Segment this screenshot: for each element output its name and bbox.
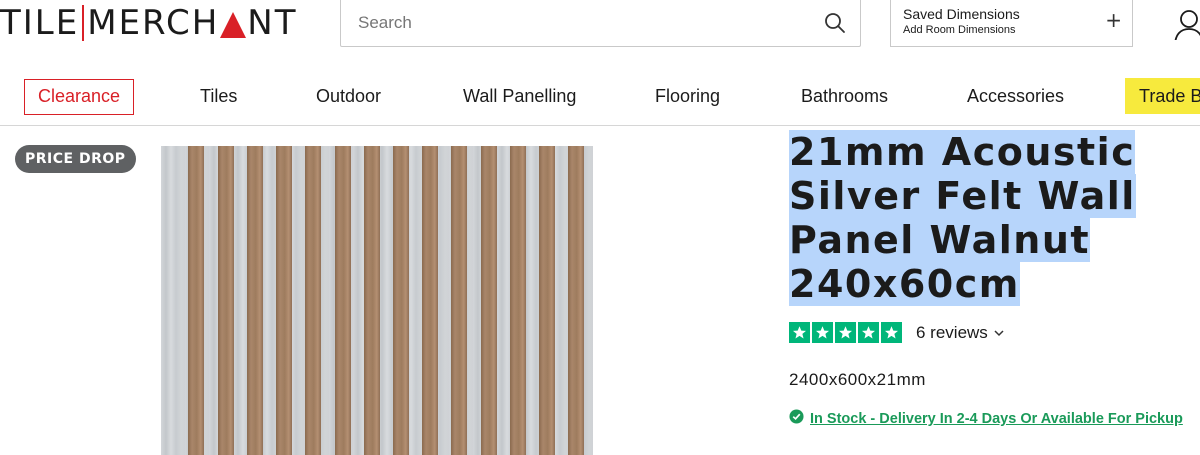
- nav-item-clearance[interactable]: Clearance: [24, 79, 135, 115]
- star-icon: [881, 322, 902, 343]
- product-title-line: 21mm Acoustic: [789, 130, 1136, 174]
- check-circle-icon: [789, 409, 804, 429]
- stock-status: In Stock - Delivery In 2-4 Days Or Avail…: [789, 409, 1183, 429]
- product-dimensions: 2400x600x21mm: [789, 370, 926, 389]
- logo[interactable]: TILE MERCH NT: [0, 0, 300, 46]
- panel-slat: [276, 146, 292, 455]
- nav-item-flooring[interactable]: Flooring: [655, 79, 720, 113]
- user-icon[interactable]: [1172, 6, 1200, 40]
- panel-slat: [305, 146, 321, 455]
- reviews-count[interactable]: 6 reviews: [916, 323, 988, 343]
- nav-item-bathrooms[interactable]: Bathrooms: [801, 79, 888, 113]
- search-bar: [340, 0, 861, 47]
- nav-item-outdoor[interactable]: Outdoor: [316, 79, 381, 113]
- panel-slat: [539, 146, 555, 455]
- panel-slat: [188, 146, 204, 455]
- search-icon[interactable]: [810, 0, 860, 46]
- product-title-line: 240x60cm: [789, 262, 1020, 306]
- panel-slat: [247, 146, 263, 455]
- saved-dimensions-button[interactable]: Saved Dimensions Add Room Dimensions +: [890, 0, 1133, 47]
- price-drop-badge: PRICE DROP: [15, 145, 136, 173]
- nav-item-trade[interactable]: Trade B: [1125, 78, 1200, 114]
- logo-text-merch: MERCH: [87, 3, 220, 43]
- logo-text-tile: TILE: [0, 3, 80, 43]
- stock-delivery-link[interactable]: In Stock - Delivery In 2-4 Days Or Avail…: [810, 411, 1183, 427]
- nav-item-accessories[interactable]: Accessories: [967, 79, 1064, 113]
- logo-divider: [82, 5, 85, 41]
- panel-slat: [481, 146, 497, 455]
- rating[interactable]: 6 reviews: [789, 322, 1004, 343]
- search-input[interactable]: [341, 0, 810, 46]
- star-icon: [835, 322, 856, 343]
- panel-slat: [218, 146, 234, 455]
- plus-icon: +: [1105, 8, 1122, 32]
- product-title: 21mm Acoustic Silver Felt Wall Panel Wal…: [789, 130, 1189, 306]
- panel-slat: [364, 146, 380, 455]
- add-room-dimensions-label: Add Room Dimensions: [903, 24, 1016, 36]
- saved-dimensions-title: Saved Dimensions: [903, 6, 1020, 22]
- star-icon: [858, 322, 879, 343]
- product-title-line: Silver Felt Wall: [789, 174, 1136, 218]
- logo-triangle: [220, 12, 247, 38]
- main-nav: Clearance Tiles Outdoor Wall Panelling F…: [0, 70, 1200, 126]
- panel-slat: [568, 146, 584, 455]
- panel-slat: [422, 146, 438, 455]
- logo-text-nt: NT: [247, 3, 298, 43]
- panel-slat: [335, 146, 351, 455]
- product-title-line: Panel Walnut: [789, 218, 1091, 262]
- chevron-down-icon[interactable]: [994, 324, 1004, 342]
- nav-item-tiles[interactable]: Tiles: [200, 79, 237, 113]
- product-image[interactable]: [161, 146, 593, 455]
- panel-slat: [393, 146, 409, 455]
- panel-slat: [451, 146, 467, 455]
- star-icon: [789, 322, 810, 343]
- star-icon: [812, 322, 833, 343]
- nav-item-wall-panelling[interactable]: Wall Panelling: [463, 79, 576, 113]
- panel-slat: [510, 146, 526, 455]
